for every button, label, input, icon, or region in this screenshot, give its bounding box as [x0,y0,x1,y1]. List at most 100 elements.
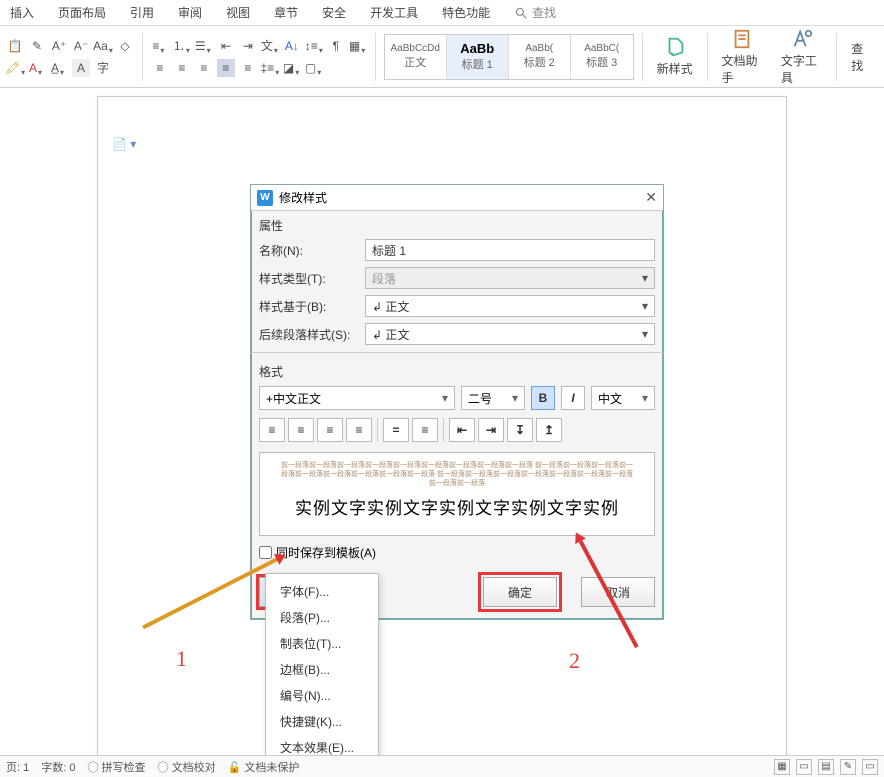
based-on-field[interactable]: ↲ 正文▾ [365,295,655,317]
section-properties: 属性 [251,211,663,236]
al-right-icon[interactable]: ≡ [317,418,343,442]
align-center-icon[interactable]: ≡ [173,59,191,77]
ind-inc-icon[interactable]: ⇥ [478,418,504,442]
bullets-icon[interactable]: ≡ [151,37,169,55]
align-left-icon[interactable]: ≡ [151,59,169,77]
new-style-button[interactable]: 新样式 [651,34,699,79]
style-h3[interactable]: AaBbC(标题 3 [571,35,633,79]
pspace-inc-icon[interactable]: ↥ [536,418,562,442]
style-h1[interactable]: AaBb标题 1 [447,35,509,79]
tab-devtools[interactable]: 开发工具 [370,4,418,21]
tab-view[interactable]: 视图 [226,4,250,21]
tab-references[interactable]: 引用 [130,4,154,21]
search-box[interactable]: 查找 [514,4,556,21]
lh2-icon[interactable]: ≡ [412,418,438,442]
status-spell[interactable]: ◯ 拼写检查 [87,759,145,775]
tab-layout[interactable]: 页面布局 [58,4,106,21]
status-page[interactable]: 页: 1 [6,759,29,775]
find-button[interactable]: 查找 [845,38,878,76]
align-distribute-icon[interactable]: ≡ [239,59,257,77]
anchor-icon: 📄 ▾ [112,137,136,151]
dd-font[interactable]: 字体(F)... [266,578,378,604]
view-outline-icon[interactable]: ✎ [840,759,856,775]
doc-helper-button[interactable]: 文档助手 [715,26,768,88]
follow-field[interactable]: ↲ 正文▾ [365,323,655,345]
text-direction-icon[interactable]: 文 [261,37,279,55]
status-protect[interactable]: 🔓 文档未保护 [228,759,300,775]
style-h2[interactable]: AaBb(标题 2 [509,35,571,79]
decrease-indent-icon[interactable]: ⇤ [217,37,235,55]
lang-combo[interactable]: 中文▾ [591,386,655,410]
status-proof[interactable]: ◯ 文档校对 [158,759,216,775]
font-color-icon[interactable]: A [28,59,46,77]
al-just-icon[interactable]: ≡ [346,418,372,442]
phonetic-icon[interactable]: 字 [94,59,112,77]
change-case-icon[interactable]: Aa [94,37,112,55]
tab-security[interactable]: 安全 [322,4,346,21]
close-icon[interactable]: ✕ [645,189,657,206]
align-justify-icon[interactable]: ≡ [217,59,235,77]
ind-dec-icon[interactable]: ⇤ [449,418,475,442]
highlight-icon[interactable]: 🖍 [6,59,24,77]
al-left-icon[interactable]: ≡ [259,418,285,442]
font-name-combo[interactable]: +中文正文▾ [259,386,455,410]
format-painter-icon[interactable]: ✎ [28,37,46,55]
text-tool-label: 文字工具 [781,52,822,86]
tab-insert[interactable]: 插入 [10,4,34,21]
numbering-icon[interactable]: ⒈ [173,37,191,55]
sort-icon[interactable]: A↓ [283,37,301,55]
al-center-icon[interactable]: ≡ [288,418,314,442]
lh1-icon[interactable]: = [383,418,409,442]
multilevel-icon[interactable]: ☰ [195,37,213,55]
view-draft-icon[interactable]: ▭ [862,759,878,775]
style-normal[interactable]: AaBbCcDd正文 [385,35,447,79]
clear-format-icon[interactable]: ◇ [116,37,134,55]
line-sp2-icon[interactable]: ‡≡ [261,59,279,77]
name-field[interactable]: 标题 1 [365,239,655,261]
italic-button[interactable]: I [561,386,585,410]
char-shading-icon[interactable]: A [72,59,90,77]
status-words[interactable]: 字数: 0 [41,759,75,775]
annotation-num-2: 2 [569,648,580,674]
name-label: 名称(N): [259,242,359,259]
style-gallery[interactable]: AaBbCcDd正文 AaBb标题 1 AaBb(标题 2 AaBbC(标题 3 [384,34,634,80]
save-to-template-label: 同时保存到模板(A) [276,544,376,561]
preview-sample: 实例文字实例文字实例文字实例文字实例 [280,494,634,519]
dd-border[interactable]: 边框(B)... [266,656,378,682]
doc-helper-icon [731,28,753,50]
type-field: 段落▾ [365,267,655,289]
table-icon[interactable]: ▦ [349,37,367,55]
tab-review[interactable]: 审阅 [178,4,202,21]
borders-icon[interactable]: ▢ [305,59,323,77]
show-marks-icon[interactable]: ¶ [327,37,345,55]
font-decrease-icon[interactable]: A⁻ [72,37,90,55]
dialog-titlebar[interactable]: W 修改样式 ✕ [251,185,663,211]
pspace-dec-icon[interactable]: ↧ [507,418,533,442]
font-increase-icon[interactable]: A⁺ [50,37,68,55]
view-read-icon[interactable]: ▭ [796,759,812,775]
view-web-icon[interactable]: ▤ [818,759,834,775]
tab-special[interactable]: 特色功能 [442,4,490,21]
view-print-icon[interactable]: ▦ [774,759,790,775]
find-label: 查找 [851,40,872,74]
format-dropdown-menu: 字体(F)... 段落(P)... 制表位(T)... 边框(B)... 编号(… [265,573,379,765]
dialog-title: 修改样式 [279,189,327,206]
dd-paragraph[interactable]: 段落(P)... [266,604,378,630]
font-size-combo[interactable]: 二号▾ [461,386,525,410]
paste-icon[interactable]: 📋 [6,37,24,55]
bold-button[interactable]: B [531,386,555,410]
dd-numbering[interactable]: 编号(N)... [266,682,378,708]
line-spacing-icon[interactable]: ↕≡ [305,37,323,55]
increase-indent-icon[interactable]: ⇥ [239,37,257,55]
follow-label: 后续段落样式(S): [259,326,359,343]
ok-button[interactable]: 确定 [483,577,557,607]
align-right-icon[interactable]: ≡ [195,59,213,77]
tab-chapter[interactable]: 章节 [274,4,298,21]
doc-helper-label: 文档助手 [721,52,762,86]
app-logo-icon: W [257,190,273,206]
dd-tabs[interactable]: 制表位(T)... [266,630,378,656]
text-tool-button[interactable]: 文字工具 [775,26,828,88]
dd-shortcut[interactable]: 快捷键(K)... [266,708,378,734]
shading-icon[interactable]: ◪ [283,59,301,77]
char-border-icon[interactable]: A̲ [50,59,68,77]
